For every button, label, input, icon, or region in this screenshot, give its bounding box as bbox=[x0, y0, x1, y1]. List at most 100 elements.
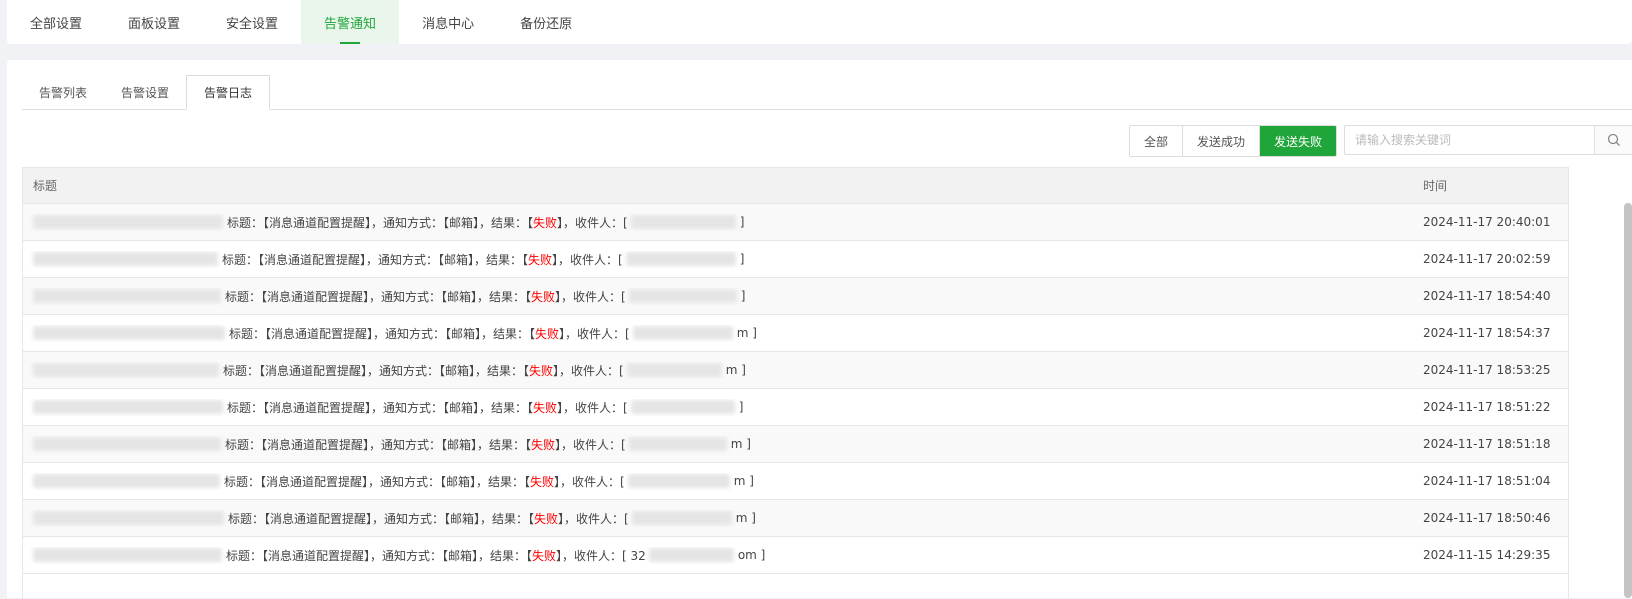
row-recipient-label: 】，收件人：[ bbox=[555, 289, 626, 304]
table-row[interactable]: 标题：【消息通道配置提醒】，通知方式：【邮箱】，结果：【 失败 】，收件人：[] 20… bbox=[23, 204, 1568, 241]
redacted-prefix bbox=[33, 437, 221, 451]
row-status: 失败 bbox=[531, 289, 556, 304]
row-time: 2024-11-17 20:40:01 bbox=[1423, 215, 1551, 229]
header-time: 时间 bbox=[1423, 179, 1448, 193]
row-status: 失败 bbox=[530, 474, 555, 489]
row-status: 失败 bbox=[528, 252, 553, 267]
row-status: 失败 bbox=[533, 400, 558, 415]
row-time: 2024-11-17 18:51:04 bbox=[1423, 474, 1551, 488]
row-status: 失败 bbox=[535, 326, 560, 341]
table-row[interactable]: 标题：【消息通道配置提醒】，通知方式：【邮箱】，结果：【 失败 】，收件人：[ m ]… bbox=[23, 463, 1568, 500]
top-tab-0[interactable]: 全部设置 bbox=[7, 0, 105, 44]
redacted-prefix bbox=[33, 548, 222, 562]
redacted-recipient bbox=[630, 215, 736, 229]
search-icon bbox=[1607, 133, 1620, 146]
row-recipient-label: 】，收件人：[ 32 bbox=[556, 548, 646, 563]
row-recipient-label: 】，收件人：[ bbox=[552, 252, 623, 267]
row-title-cell: 标题：【消息通道配置提醒】，通知方式：【邮箱】，结果：【 失败 】，收件人：[ m ] bbox=[23, 473, 1423, 490]
row-time: 2024-11-17 18:51:18 bbox=[1423, 437, 1551, 451]
redacted-prefix bbox=[33, 511, 224, 525]
redacted-recipient bbox=[631, 511, 732, 525]
row-status: 失败 bbox=[529, 363, 554, 378]
row-time: 2024-11-17 18:54:40 bbox=[1423, 289, 1551, 303]
table-row[interactable]: 标题：【消息通道配置提醒】，通知方式：【邮箱】，结果：【 失败 】，收件人：[ 32… bbox=[23, 537, 1568, 574]
row-recipient-label: 】，收件人：[ bbox=[557, 215, 628, 230]
top-tab-4[interactable]: 消息中心 bbox=[399, 0, 497, 44]
row-message-suffix: m ] bbox=[736, 326, 757, 340]
filter-button-2[interactable]: 发送失败 bbox=[1260, 126, 1337, 156]
row-time: 2024-11-17 18:50:46 bbox=[1423, 511, 1551, 525]
top-tab-3[interactable]: 告警通知 bbox=[301, 0, 400, 44]
settings-top-tabs: 全部设置 面板设置 安全设置 告警通知 消息中心 备份还原 bbox=[7, 0, 1632, 44]
table-scrollbar[interactable] bbox=[1624, 203, 1632, 598]
row-message-suffix: m ] bbox=[725, 363, 746, 377]
row-message-suffix: m ] bbox=[733, 474, 754, 488]
alert-sub-tabs: 告警列表 告警设置 告警日志 bbox=[22, 75, 1632, 110]
status-filter-group: 全部 发送成功 发送失败 bbox=[1129, 125, 1338, 157]
row-title-cell: 标题：【消息通道配置提醒】，通知方式：【邮箱】，结果：【 失败 】，收件人：[] bbox=[23, 288, 1423, 305]
row-message-prefix: 标题：【消息通道配置提醒】，通知方式：【邮箱】，结果：【 bbox=[228, 511, 535, 526]
redacted-recipient bbox=[628, 437, 727, 451]
filter-button-0[interactable]: 全部 bbox=[1130, 126, 1184, 156]
row-status: 失败 bbox=[531, 437, 556, 452]
table-row[interactable]: 标题：【消息通道配置提醒】，通知方式：【邮箱】，结果：【 失败 】，收件人：[m ]… bbox=[23, 426, 1568, 463]
redacted-recipient bbox=[625, 252, 736, 266]
row-time: 2024-11-17 18:53:25 bbox=[1423, 363, 1551, 377]
table-row[interactable]: 标题：【消息通道配置提醒】，通知方式：【邮箱】，结果：【 失败 】，收件人：[ m ]… bbox=[23, 352, 1568, 389]
redacted-prefix bbox=[33, 215, 223, 229]
header-title: 标题 bbox=[33, 179, 58, 193]
table-row[interactable]: 标题：【消息通道配置提醒】，通知方式：【邮箱】，结果：【 失败 】，收件人：[m ]… bbox=[23, 315, 1568, 352]
row-title-cell: 标题：【消息通道配置提醒】，通知方式：【邮箱】，结果：【 失败 】，收件人：[] bbox=[23, 399, 1423, 416]
redacted-recipient bbox=[632, 326, 733, 340]
redacted-recipient bbox=[627, 474, 730, 488]
filter-button-1[interactable]: 发送成功 bbox=[1183, 126, 1261, 156]
row-message-prefix: 标题：【消息通道配置提醒】，通知方式：【邮箱】，结果：【 bbox=[224, 474, 531, 489]
row-message-prefix: 标题：【消息通道配置提醒】，通知方式：【邮箱】，结果：【 bbox=[226, 548, 533, 563]
row-message-prefix: 标题：【消息通道配置提醒】，通知方式：【邮箱】，结果：【 bbox=[227, 400, 534, 415]
alert-log-table: 标题 时间 标题：【消息通道配置提醒】，通知方式：【邮箱】，结果：【 失败 】，收件… bbox=[22, 167, 1569, 599]
row-message-prefix: 标题：【消息通道配置提醒】，通知方式：【邮箱】，结果：【 bbox=[225, 289, 532, 304]
row-title-cell: 标题：【消息通道配置提醒】，通知方式：【邮箱】，结果：【 失败 】，收件人：[m ] bbox=[23, 436, 1423, 453]
top-tab-2[interactable]: 安全设置 bbox=[203, 0, 301, 44]
row-status: 失败 bbox=[534, 511, 559, 526]
redacted-prefix bbox=[33, 400, 223, 414]
table-row[interactable]: 标题：【消息通道配置提醒】，通知方式：【邮箱】，结果：【 失败 】，收件人：[] 20… bbox=[23, 389, 1568, 426]
row-title-cell: 标题：【消息通道配置提醒】，通知方式：【邮箱】，结果：【 失败 】，收件人：[ m ] bbox=[23, 362, 1423, 379]
row-recipient-label: 】，收件人：[ bbox=[555, 437, 626, 452]
row-time: 2024-11-17 18:54:37 bbox=[1423, 326, 1551, 340]
alert-panel: 告警列表告警设置告警日志 全部发送成功发送失败 标题 时间 标题：【消息通道配置… bbox=[7, 60, 1632, 599]
row-message-prefix: 标题：【消息通道配置提醒】，通知方式：【邮箱】，结果：【 bbox=[225, 437, 532, 452]
row-message-suffix: ] bbox=[740, 289, 746, 303]
sub-tab-0[interactable]: 告警列表 bbox=[22, 75, 104, 109]
table-row[interactable]: 标题：【消息通道配置提醒】，通知方式：【邮箱】，结果：【 失败 】，收件人：[] 20… bbox=[23, 241, 1568, 278]
redacted-prefix bbox=[33, 252, 218, 266]
redacted-prefix bbox=[33, 363, 219, 377]
row-message-suffix: ] bbox=[738, 400, 744, 414]
row-message-prefix: 标题：【消息通道配置提醒】，通知方式：【邮箱】，结果：【 bbox=[223, 363, 530, 378]
sub-tab-2[interactable]: 告警日志 bbox=[186, 75, 271, 110]
row-recipient-label: 】，收件人：[ bbox=[558, 511, 629, 526]
search-input[interactable] bbox=[1345, 126, 1594, 154]
row-title-cell: 标题：【消息通道配置提醒】，通知方式：【邮箱】，结果：【 失败 】，收件人：[] bbox=[23, 251, 1423, 268]
top-tab-5[interactable]: 备份还原 bbox=[497, 0, 595, 44]
table-row[interactable]: 标题：【消息通道配置提醒】，通知方式：【邮箱】，结果：【 失败 】，收件人：[m ]… bbox=[23, 500, 1568, 537]
search-button[interactable] bbox=[1594, 126, 1632, 154]
redacted-prefix bbox=[33, 289, 221, 303]
row-recipient-label: 】，收件人：[ bbox=[557, 400, 628, 415]
row-title-cell: 标题：【消息通道配置提醒】，通知方式：【邮箱】，结果：【 失败 】，收件人：[m ] bbox=[23, 325, 1423, 342]
row-title-cell: 标题：【消息通道配置提醒】，通知方式：【邮箱】，结果：【 失败 】，收件人：[ 32… bbox=[23, 547, 1423, 564]
row-message-suffix: ] bbox=[739, 252, 745, 266]
redacted-recipient bbox=[628, 289, 737, 303]
row-title-cell: 标题：【消息通道配置提醒】，通知方式：【邮箱】，结果：【 失败 】，收件人：[] bbox=[23, 214, 1423, 231]
row-time: 2024-11-17 18:51:22 bbox=[1423, 400, 1551, 414]
row-recipient-label: 】，收件人：[ bbox=[553, 363, 624, 378]
row-message-prefix: 标题：【消息通道配置提醒】，通知方式：【邮箱】，结果：【 bbox=[229, 326, 536, 341]
table-body: 标题：【消息通道配置提醒】，通知方式：【邮箱】，结果：【 失败 】，收件人：[] 20… bbox=[23, 204, 1568, 574]
top-tab-1[interactable]: 面板设置 bbox=[105, 0, 203, 44]
table-row[interactable]: 标题：【消息通道配置提醒】，通知方式：【邮箱】，结果：【 失败 】，收件人：[] 20… bbox=[23, 278, 1568, 315]
row-message-suffix: ] bbox=[739, 215, 745, 229]
sub-tab-1[interactable]: 告警设置 bbox=[104, 75, 186, 109]
row-status: 失败 bbox=[532, 548, 557, 563]
row-title-cell: 标题：【消息通道配置提醒】，通知方式：【邮箱】，结果：【 失败 】，收件人：[m ] bbox=[23, 510, 1423, 527]
row-recipient-label: 】，收件人：[ bbox=[554, 474, 625, 489]
